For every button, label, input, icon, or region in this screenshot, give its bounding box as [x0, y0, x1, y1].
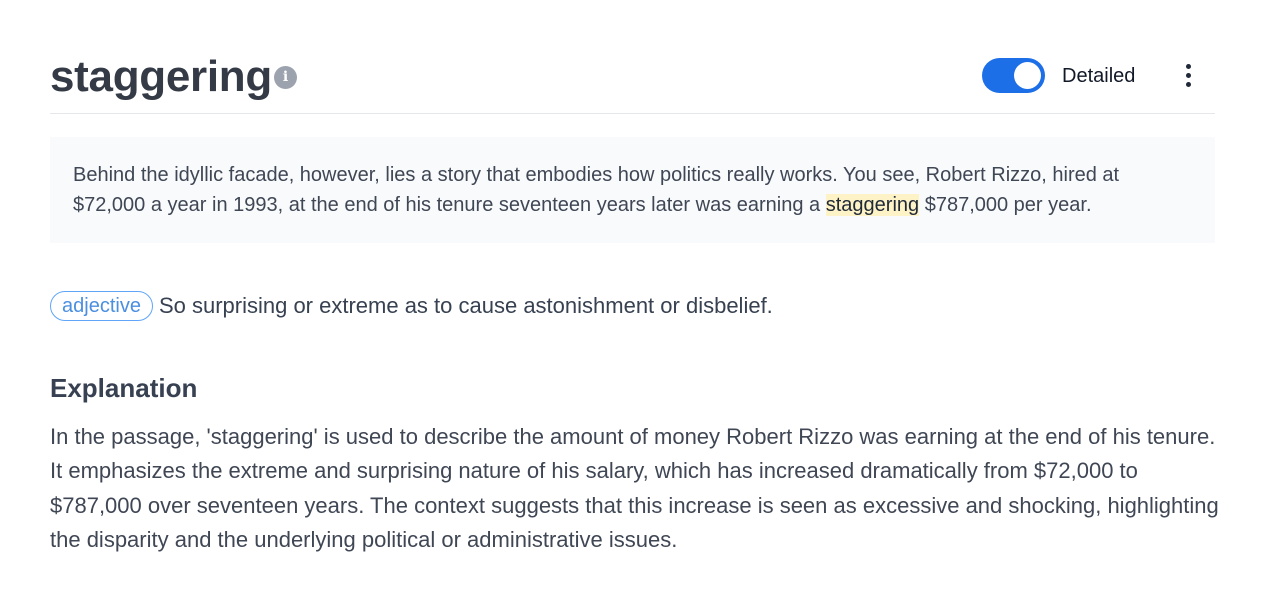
part-of-speech-badge: adjective	[50, 291, 153, 322]
info-icon[interactable]: i	[274, 66, 297, 89]
passage-text-after: $787,000 per year.	[919, 194, 1092, 216]
definition-text: So surprising or extreme as to cause ast…	[158, 293, 773, 318]
explanation-text: In the passage, 'staggering' is used to …	[50, 424, 1219, 552]
highlighted-word: staggering	[825, 194, 920, 216]
toggle-knob	[1014, 62, 1041, 89]
detailed-toggle-label: Detailed	[1062, 65, 1136, 87]
detailed-toggle[interactable]	[982, 58, 1045, 93]
word-detail-page: staggering i Detailed Behind the idyllic…	[0, 0, 1262, 600]
definition-row: adjective So surprising or extreme as to …	[50, 290, 1215, 322]
context-passage: Behind the idyllic facade, however, lies…	[50, 137, 1215, 243]
word-header: staggering i Detailed	[50, 40, 1215, 114]
more-vertical-icon[interactable]	[1176, 62, 1200, 90]
explanation-heading: Explanation	[50, 373, 198, 403]
word-title: staggering	[50, 52, 272, 101]
